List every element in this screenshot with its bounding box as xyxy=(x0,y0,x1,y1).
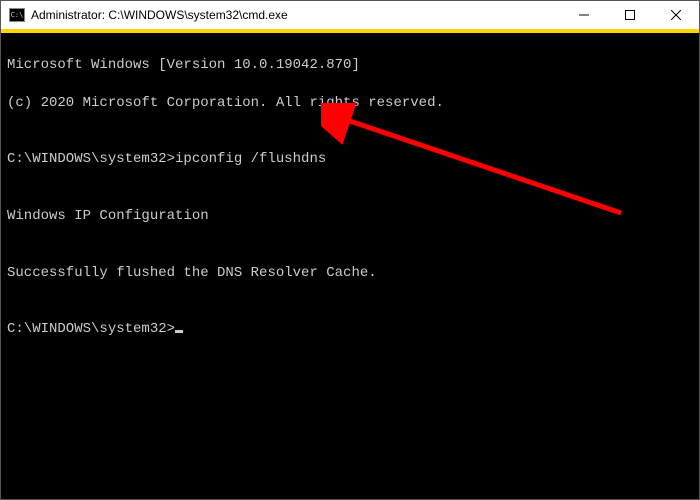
maximize-button[interactable] xyxy=(607,1,653,29)
close-icon xyxy=(671,10,681,20)
cmd-icon: C:\ xyxy=(9,8,25,22)
terminal-line: (c) 2020 Microsoft Corporation. All righ… xyxy=(7,94,693,113)
cursor-icon xyxy=(175,330,183,333)
terminal-prompt: C:\WINDOWS\system32> xyxy=(7,321,175,337)
close-button[interactable] xyxy=(653,1,699,29)
titlebar[interactable]: C:\ Administrator: C:\WINDOWS\system32\c… xyxy=(1,1,699,31)
terminal-prompt-line: C:\WINDOWS\system32> xyxy=(7,320,693,339)
minimize-icon xyxy=(579,10,589,20)
window-controls xyxy=(561,1,699,29)
cmd-icon-text: C:\ xyxy=(11,12,24,19)
maximize-icon xyxy=(625,10,635,20)
cmd-window: C:\ Administrator: C:\WINDOWS\system32\c… xyxy=(0,0,700,500)
minimize-button[interactable] xyxy=(561,1,607,29)
terminal-area[interactable]: Microsoft Windows [Version 10.0.19042.87… xyxy=(1,33,699,499)
terminal-line: Successfully flushed the DNS Resolver Ca… xyxy=(7,264,693,283)
terminal-line: Windows IP Configuration xyxy=(7,207,693,226)
terminal-line: C:\WINDOWS\system32>ipconfig /flushdns xyxy=(7,150,693,169)
window-title: Administrator: C:\WINDOWS\system32\cmd.e… xyxy=(31,8,561,22)
terminal-line: Microsoft Windows [Version 10.0.19042.87… xyxy=(7,56,693,75)
